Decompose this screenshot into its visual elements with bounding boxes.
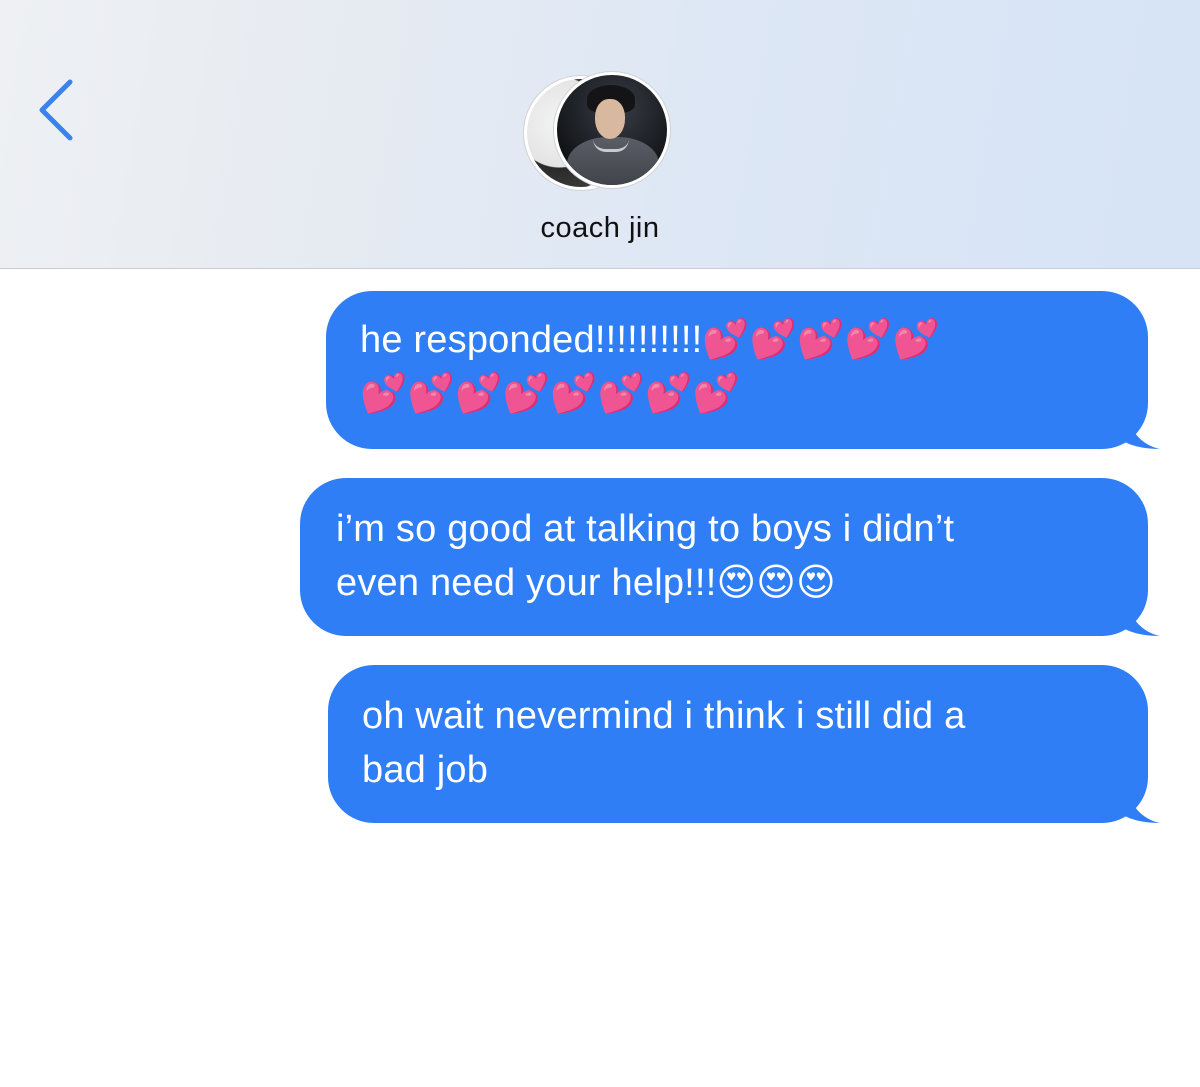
message-bubble-outgoing[interactable]: i’m so good at talking to boys i didn’t … bbox=[300, 478, 1160, 636]
conversation-header: coach jin bbox=[0, 0, 1200, 269]
message-text: oh wait nevermind i think i still did a … bbox=[362, 695, 966, 791]
chevron-left-icon bbox=[39, 79, 73, 141]
message-bubble-outgoing[interactable]: he responded!!!!!!!!!!💕💕💕💕💕 💕💕💕💕💕💕💕💕 bbox=[326, 291, 1160, 449]
back-button[interactable] bbox=[26, 70, 86, 150]
bubble-tail bbox=[1120, 783, 1160, 823]
message-text: he responded!!!!!!!!!!💕💕💕💕💕 💕💕💕💕💕💕💕💕 bbox=[360, 319, 940, 415]
avatar-primary bbox=[554, 72, 670, 188]
message-text: i’m so good at talking to boys i didn’t … bbox=[336, 508, 955, 604]
contact-name[interactable]: coach jin bbox=[0, 212, 1200, 245]
bubble-tail bbox=[1120, 409, 1160, 449]
group-avatars[interactable] bbox=[520, 72, 680, 192]
message-bubble-outgoing[interactable]: oh wait nevermind i think i still did a … bbox=[328, 665, 1160, 823]
bubble-tail bbox=[1120, 596, 1160, 636]
